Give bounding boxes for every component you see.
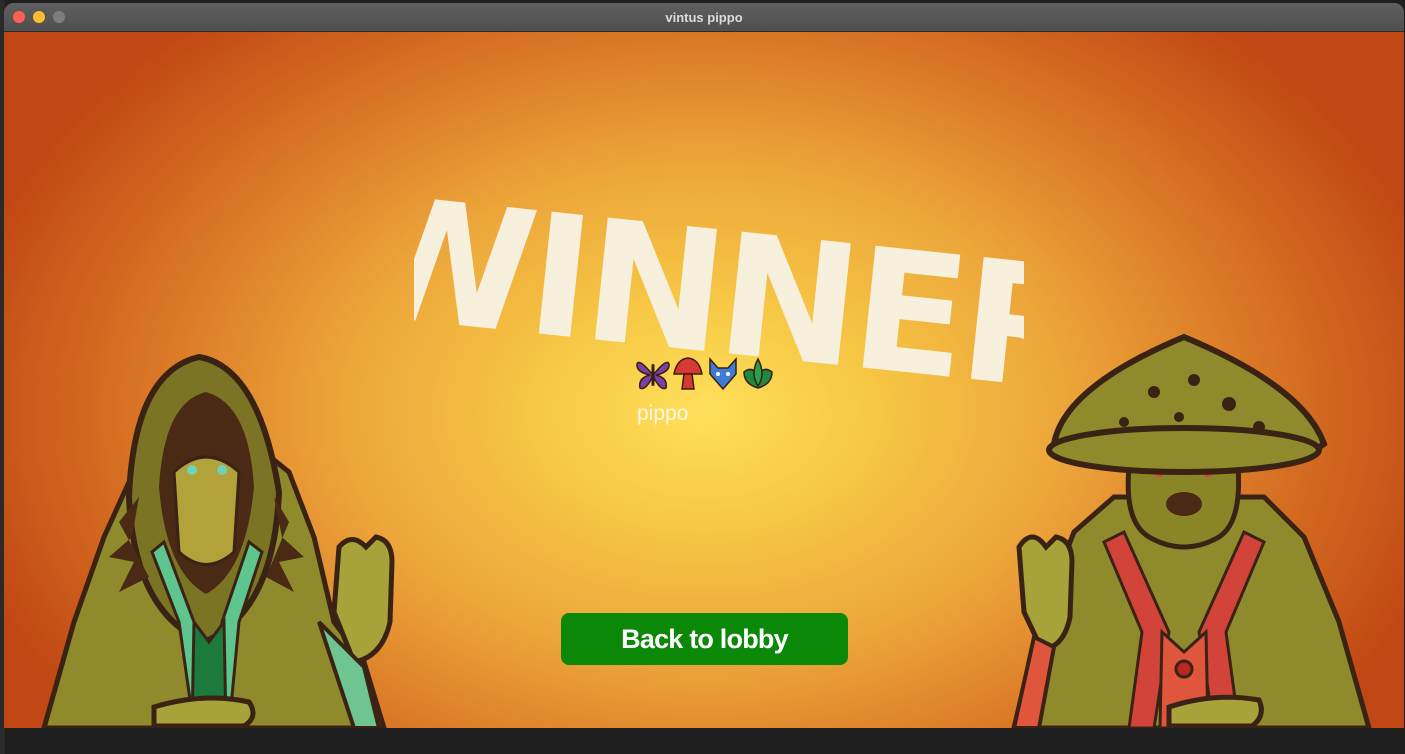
hat-elder-illustration — [1011, 333, 1372, 728]
butterfly-icon — [636, 361, 670, 390]
mushroom-icon — [673, 357, 703, 390]
winner-icons — [635, 356, 775, 392]
back-to-lobby-button[interactable]: Back to lobby — [561, 613, 848, 665]
title-bar[interactable]: vintus pippo — [4, 3, 1404, 32]
app-window: vintus pippo WINNER pippo Back to lobby — [4, 3, 1404, 728]
hooded-elder-illustration — [41, 353, 395, 728]
fox-icon — [709, 357, 737, 391]
winner-player-name: pippo — [637, 402, 689, 425]
winner-screen: WINNER pippo Back to lobby — [4, 32, 1404, 728]
window-title: vintus pippo — [665, 10, 743, 25]
leaf-icon — [743, 357, 773, 389]
